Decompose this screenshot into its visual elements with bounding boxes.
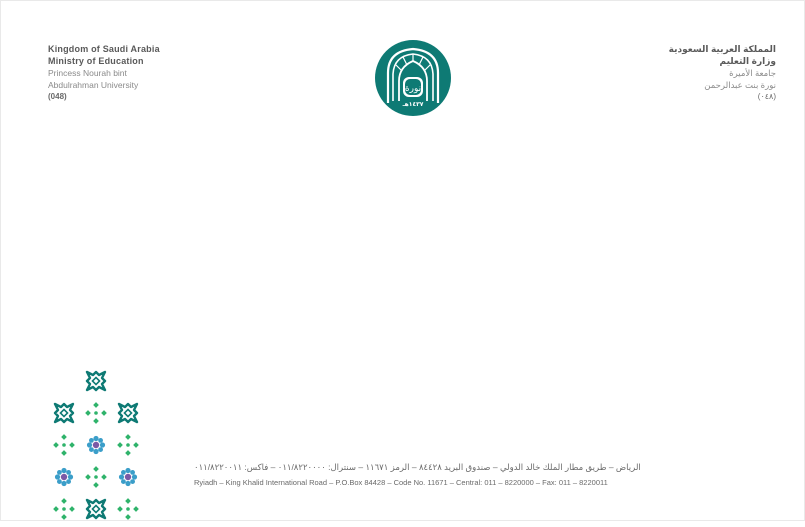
pattern-rosette (54, 467, 74, 487)
pattern-diamond-cluster (117, 498, 139, 520)
pattern-diamond-cluster (53, 434, 75, 456)
reference-code: (048) (48, 92, 67, 101)
pattern-diamond-cluster (117, 434, 139, 456)
pattern-diamond-cluster (85, 466, 107, 488)
footer-address-en: Ryiadh – King Khalid International Road … (194, 478, 608, 487)
country-name: Kingdom of Saudi Arabia (48, 44, 160, 54)
reference-code-ar: (٠٤٨) (757, 92, 776, 101)
university-name-line2: Abdulrahman University (48, 80, 139, 90)
contact-footer: الرياض – طريق مطار الملك خالد الدولي – ص… (194, 459, 641, 491)
country-name-ar: المملكة العربية السعودية (668, 44, 776, 54)
university-name-ar-line1: جامعة الأميرة (729, 68, 776, 78)
letterhead-page: Kingdom of Saudi Arabia Ministry of Educ… (0, 0, 805, 521)
university-emblem-icon: نورة ١٤٣٧هـ (374, 39, 452, 117)
footer-address-ar: الرياض – طريق مطار الملك خالد الدولي – ص… (194, 462, 641, 472)
ministry-name-ar: وزارة التعليم (719, 56, 776, 66)
emblem-year: ١٤٣٧هـ (402, 101, 424, 108)
pattern-star-tile (85, 370, 107, 392)
pattern-diamond-cluster (85, 402, 107, 424)
arabic-header: المملكة العربية السعودية وزارة التعليم ج… (669, 43, 776, 103)
university-name-line1: Princess Nourah bint (48, 68, 127, 78)
pattern-rosette (118, 467, 138, 487)
emblem-wordmark: نورة (405, 84, 421, 94)
pattern-star-tile (85, 498, 107, 520)
pattern-diamond-cluster (53, 498, 75, 520)
english-header: Kingdom of Saudi Arabia Ministry of Educ… (48, 43, 160, 103)
pattern-rosette (86, 435, 106, 455)
pattern-star-tile (117, 402, 139, 424)
pattern-star-tile (53, 402, 75, 424)
decorative-pattern (48, 366, 148, 522)
university-name-ar-line2: نورة بنت عبدالرحمن (704, 80, 776, 90)
ministry-name: Ministry of Education (48, 56, 144, 66)
